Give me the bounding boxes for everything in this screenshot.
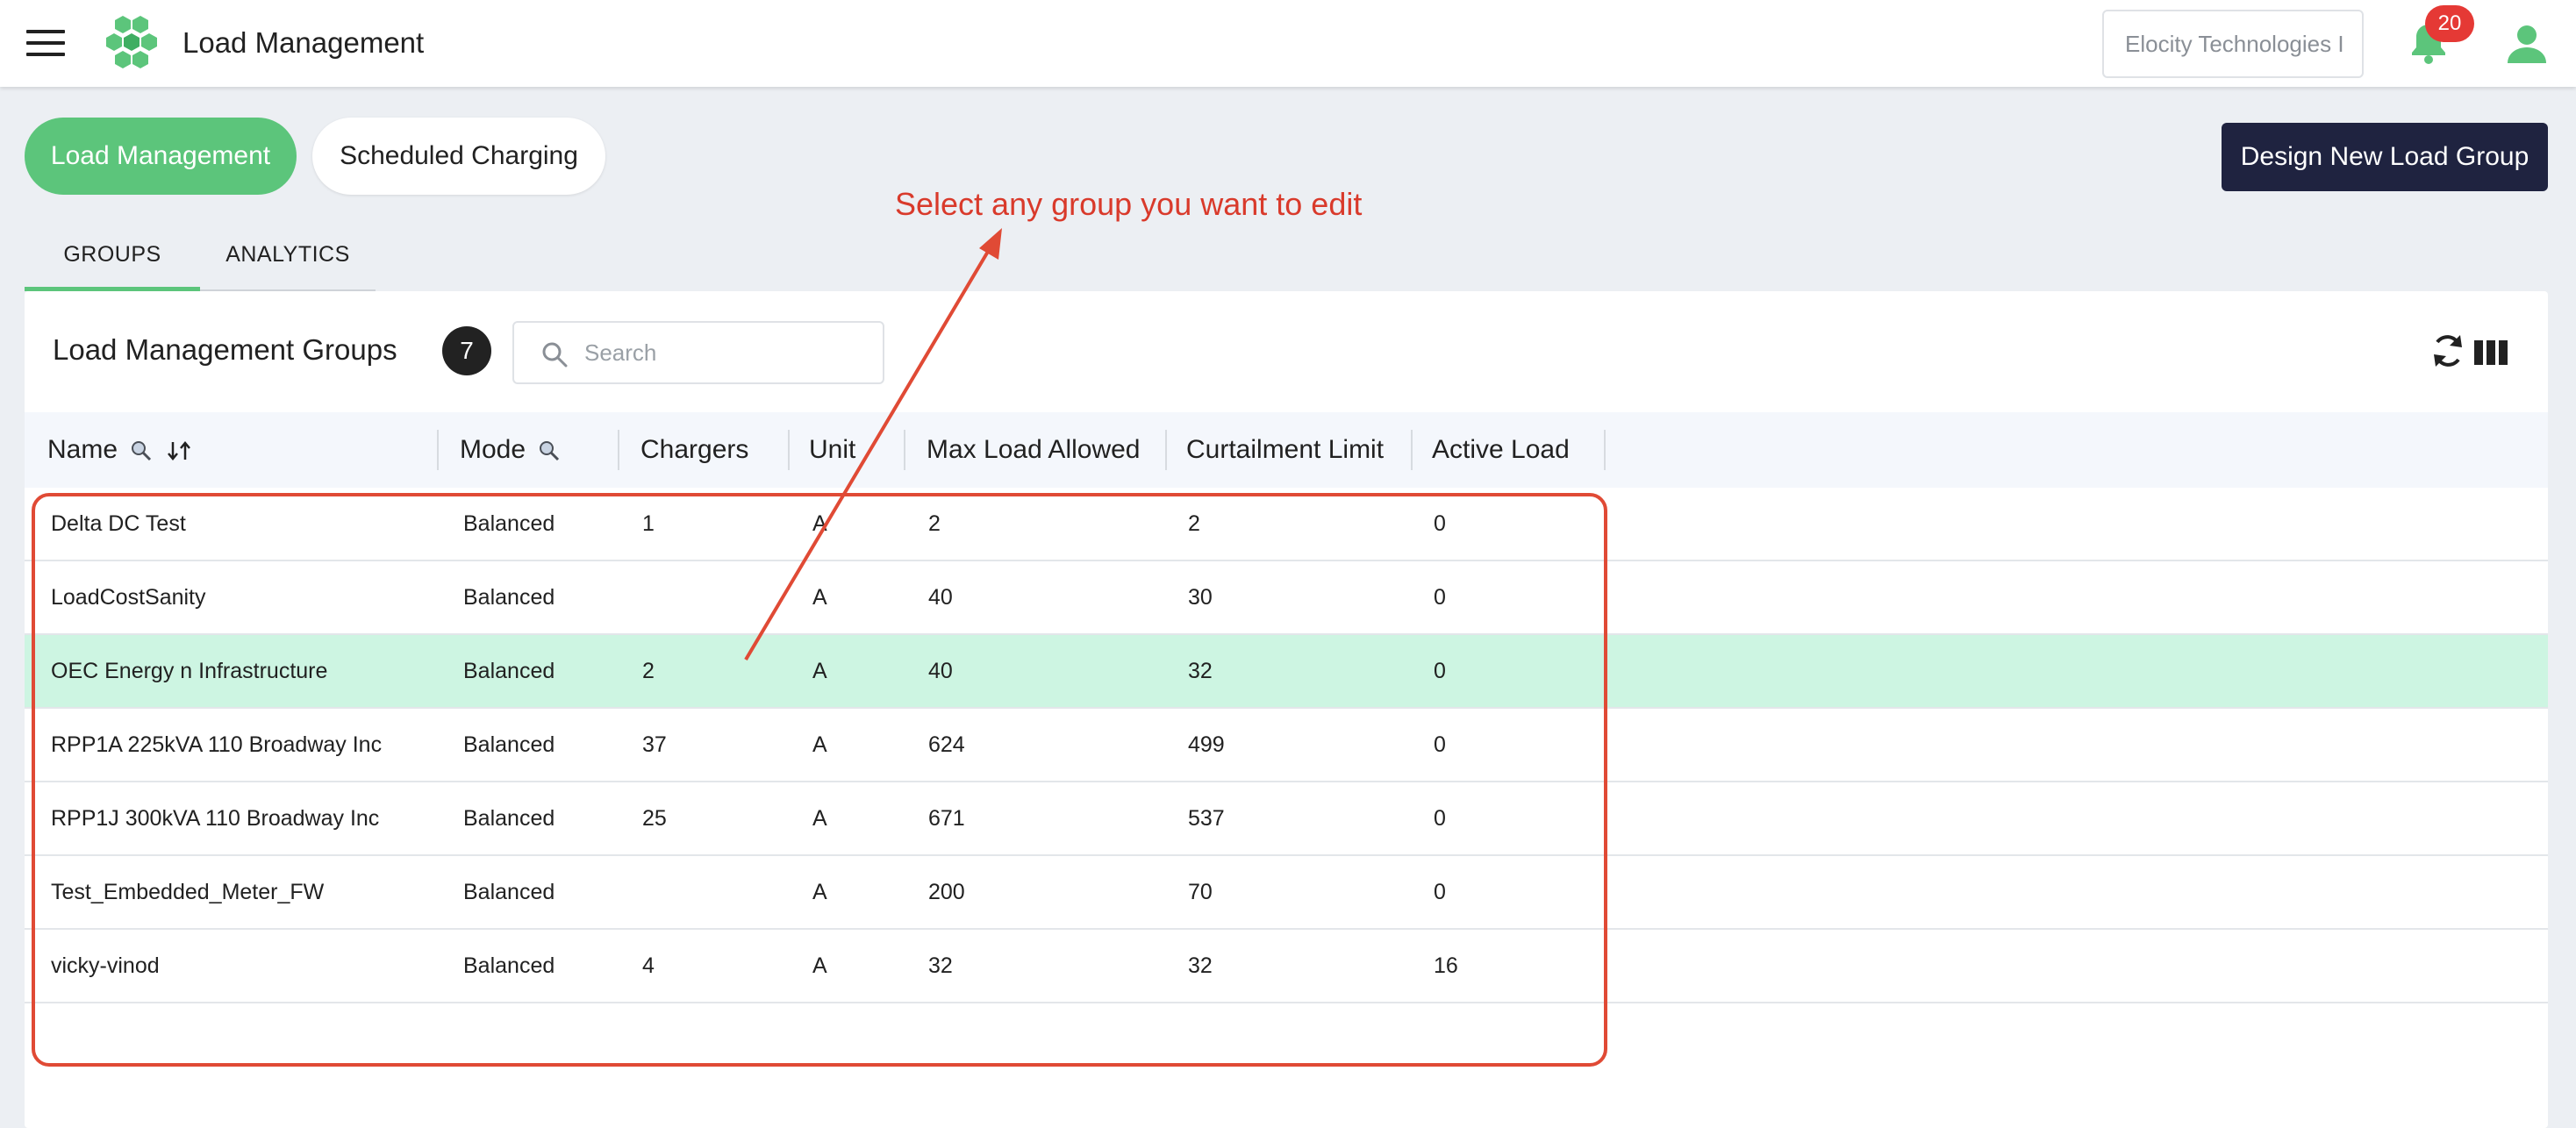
column-header-curtailment[interactable]: Curtailment Limit <box>1186 412 1384 488</box>
user-icon[interactable] <box>2506 23 2548 65</box>
cell-mode: Balanced <box>463 732 555 757</box>
search-input[interactable] <box>584 333 865 372</box>
cell-chargers: 1 <box>642 511 655 536</box>
column-header-name[interactable]: Name <box>47 412 192 488</box>
column-search-icon[interactable] <box>538 439 561 462</box>
table-row[interactable]: Test_Embedded_Meter_FW Balanced A 200 70… <box>25 856 2548 930</box>
sort-icon[interactable] <box>166 439 192 462</box>
cell-curtailment: 2 <box>1188 511 1200 536</box>
column-separator <box>788 430 790 470</box>
cell-name: Delta DC Test <box>51 511 186 536</box>
cell-active-load: 16 <box>1434 953 1458 978</box>
search-icon <box>542 342 568 368</box>
cell-unit: A <box>812 511 827 536</box>
column-separator <box>1165 430 1167 470</box>
cell-mode: Balanced <box>463 953 555 978</box>
refresh-icon[interactable] <box>2430 332 2465 370</box>
cell-mode: Balanced <box>463 511 555 536</box>
cell-curtailment: 32 <box>1188 953 1213 978</box>
menu-icon[interactable] <box>26 30 65 58</box>
hexagon-logo-icon <box>106 16 157 68</box>
subtab-analytics[interactable]: ANALYTICS <box>200 226 376 291</box>
cell-curtailment: 70 <box>1188 880 1213 904</box>
group-count-badge: 7 <box>442 326 491 375</box>
cell-max-load: 200 <box>928 880 965 904</box>
cell-mode: Balanced <box>463 659 555 683</box>
cell-active-load: 0 <box>1434 732 1446 757</box>
tab-scheduled-charging[interactable]: Scheduled Charging <box>312 118 605 195</box>
table-row-highlighted[interactable]: OEC Energy n Infrastructure Balanced 2 A… <box>25 635 2548 709</box>
cell-max-load: 40 <box>928 659 953 683</box>
cell-curtailment: 499 <box>1188 732 1225 757</box>
cell-name: LoadCostSanity <box>51 585 206 610</box>
cell-name: RPP1A 225kVA 110 Broadway Inc <box>51 732 383 757</box>
cell-unit: A <box>812 585 827 610</box>
column-separator <box>1411 430 1413 470</box>
column-separator <box>437 430 439 470</box>
column-header-max-load[interactable]: Max Load Allowed <box>927 412 1141 488</box>
cell-mode: Balanced <box>463 585 555 610</box>
column-header-mode[interactable]: Mode <box>460 412 561 488</box>
table-row[interactable]: RPP1J 300kVA 110 Broadway Inc Balanced 2… <box>25 782 2548 856</box>
cell-chargers: 25 <box>642 806 667 831</box>
column-separator <box>904 430 905 470</box>
cell-chargers: 37 <box>642 732 667 757</box>
column-header-unit[interactable]: Unit <box>809 412 855 488</box>
cell-active-load: 0 <box>1434 585 1446 610</box>
design-new-load-group-button[interactable]: Design New Load Group <box>2222 123 2548 191</box>
column-header-label: Mode <box>460 435 526 464</box>
cell-max-load: 2 <box>928 511 941 536</box>
annotation-callout-text: Select any group you want to edit <box>895 186 1363 222</box>
cell-active-load: 0 <box>1434 806 1446 831</box>
cell-curtailment: 30 <box>1188 585 1213 610</box>
cell-chargers: 4 <box>642 953 655 978</box>
cell-max-load: 624 <box>928 732 965 757</box>
cell-curtailment: 32 <box>1188 659 1213 683</box>
table-row[interactable]: LoadCostSanity Balanced A 40 30 0 <box>25 561 2548 635</box>
annotation-arrow-head <box>979 228 1002 260</box>
cell-name: RPP1J 300kVA 110 Broadway Inc <box>51 806 380 831</box>
cell-unit: A <box>812 732 827 757</box>
table-header: Name Mode Chargers Unit Max Load Allowed… <box>25 412 2548 488</box>
app-bar: Load Management Elocity Technologies I 2… <box>0 0 2576 87</box>
table-row[interactable]: vicky-vinod Balanced 4 A 32 32 16 <box>25 930 2548 1003</box>
cell-max-load: 671 <box>928 806 965 831</box>
cell-name: vicky-vinod <box>51 953 160 978</box>
cell-unit: A <box>812 659 827 683</box>
cell-curtailment: 537 <box>1188 806 1225 831</box>
cell-active-load: 0 <box>1434 511 1446 536</box>
column-header-chargers[interactable]: Chargers <box>640 412 748 488</box>
organization-selector[interactable]: Elocity Technologies I <box>2102 10 2364 78</box>
columns-icon[interactable] <box>2474 340 2508 365</box>
search-box <box>512 321 884 384</box>
cell-max-load: 32 <box>928 953 953 978</box>
cell-mode: Balanced <box>463 806 555 831</box>
cell-active-load: 0 <box>1434 880 1446 904</box>
column-separator <box>618 430 619 470</box>
column-header-label: Name <box>47 435 118 464</box>
cell-active-load: 0 <box>1434 659 1446 683</box>
cell-chargers: 2 <box>642 659 655 683</box>
tab-load-management[interactable]: Load Management <box>25 118 297 195</box>
column-separator <box>1604 430 1606 470</box>
cell-unit: A <box>812 953 827 978</box>
cell-name: OEC Energy n Infrastructure <box>51 659 328 683</box>
cell-mode: Balanced <box>463 880 555 904</box>
cell-unit: A <box>812 806 827 831</box>
table-row[interactable]: RPP1A 225kVA 110 Broadway Inc Balanced 3… <box>25 709 2548 782</box>
cell-name: Test_Embedded_Meter_FW <box>51 880 325 904</box>
groups-panel: Load Management Groups 7 Name Mode Charg… <box>25 291 2548 1128</box>
notification-count-badge: 20 <box>2425 5 2474 42</box>
panel-title: Load Management Groups <box>53 333 397 366</box>
cell-max-load: 40 <box>928 585 953 610</box>
app-title: Load Management <box>182 26 425 59</box>
subtab-groups[interactable]: GROUPS <box>25 226 200 291</box>
column-header-active-load[interactable]: Active Load <box>1432 412 1570 488</box>
table-row[interactable]: Delta DC Test Balanced 1 A 2 2 0 <box>25 488 2548 561</box>
column-search-icon[interactable] <box>130 439 153 462</box>
cell-unit: A <box>812 880 827 904</box>
